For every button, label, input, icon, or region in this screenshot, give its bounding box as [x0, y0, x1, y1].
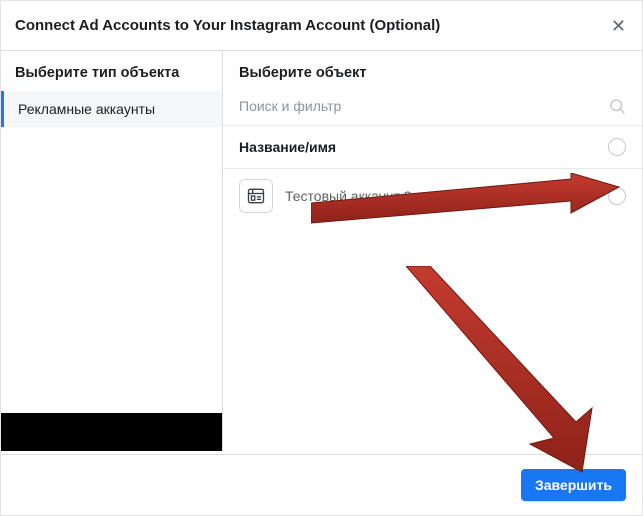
table-header: Название/имя — [223, 126, 642, 169]
search-input[interactable] — [239, 98, 608, 114]
main-title: Выберите объект — [223, 51, 642, 91]
dialog-footer: Завершить — [1, 454, 642, 515]
dialog-body: Выберите тип объекта Рекламные аккаунты … — [1, 51, 642, 451]
main-panel: Выберите объект Название/имя — [223, 51, 642, 451]
sidebar-bottom-strip — [1, 413, 222, 451]
table-row[interactable]: Тестовый аккаунт 2 — [223, 169, 642, 223]
dialog-header: Connect Ad Accounts to Your Instagram Ac… — [1, 1, 642, 51]
select-all-radio[interactable] — [608, 138, 626, 156]
close-icon[interactable]: ✕ — [611, 17, 626, 35]
column-header-name: Название/имя — [239, 139, 336, 155]
ad-account-icon — [239, 179, 273, 213]
sidebar: Выберите тип объекта Рекламные аккаунты — [1, 51, 223, 451]
sidebar-item-ad-accounts[interactable]: Рекламные аккаунты — [1, 91, 222, 127]
row-radio[interactable] — [608, 187, 626, 205]
finish-button[interactable]: Завершить — [521, 469, 626, 501]
search-row — [223, 91, 642, 126]
dialog-title: Connect Ad Accounts to Your Instagram Ac… — [15, 17, 440, 34]
search-icon[interactable] — [608, 97, 626, 115]
sidebar-item-label: Рекламные аккаунты — [18, 101, 155, 117]
sidebar-title: Выберите тип объекта — [1, 51, 222, 91]
account-label: Тестовый аккаунт 2 — [285, 188, 596, 204]
